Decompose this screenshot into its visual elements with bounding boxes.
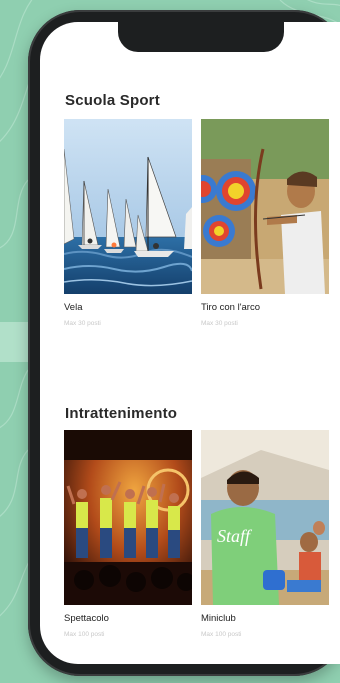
svg-text:Staff: Staff xyxy=(217,526,253,546)
background-panel xyxy=(0,322,28,362)
miniclub-capacity: Max 100 posti xyxy=(201,631,242,638)
spettacolo-capacity: Max 100 posti xyxy=(64,631,105,638)
spettacolo-label: Spettacolo xyxy=(64,613,109,624)
app-screen: Scuola Sport Vela Max 30 posti Tiro con … xyxy=(40,22,340,664)
vela-label: Vela xyxy=(64,302,83,313)
activity-card-tiro-con-larco[interactable]: Tiro con l'arco Max 30 posti xyxy=(201,119,329,327)
activity-card-spettacolo[interactable]: Spettacolo Max 100 posti xyxy=(64,430,192,638)
phone-frame: Scuola Sport Vela Max 30 posti Tiro con … xyxy=(28,10,340,676)
vela-capacity: Max 30 posti xyxy=(64,320,101,327)
vela-photo xyxy=(64,119,192,294)
section-title-intrattenimento: Intrattenimento xyxy=(65,405,178,422)
tiro-con-larco-label: Tiro con l'arco xyxy=(201,302,261,313)
activity-card-vela[interactable]: Vela Max 30 posti xyxy=(64,119,192,327)
phone-notch xyxy=(118,22,284,52)
tiro-con-larco-photo xyxy=(201,119,329,294)
miniclub-label: Miniclub xyxy=(201,613,236,624)
spettacolo-photo xyxy=(64,430,192,605)
miniclub-photo: Staff xyxy=(201,430,329,605)
activity-card-miniclub[interactable]: Staff Miniclub Max 100 posti xyxy=(201,430,329,638)
section-title-scuola-sport: Scuola Sport xyxy=(65,92,160,109)
tiro-con-larco-capacity: Max 30 posti xyxy=(201,320,238,327)
